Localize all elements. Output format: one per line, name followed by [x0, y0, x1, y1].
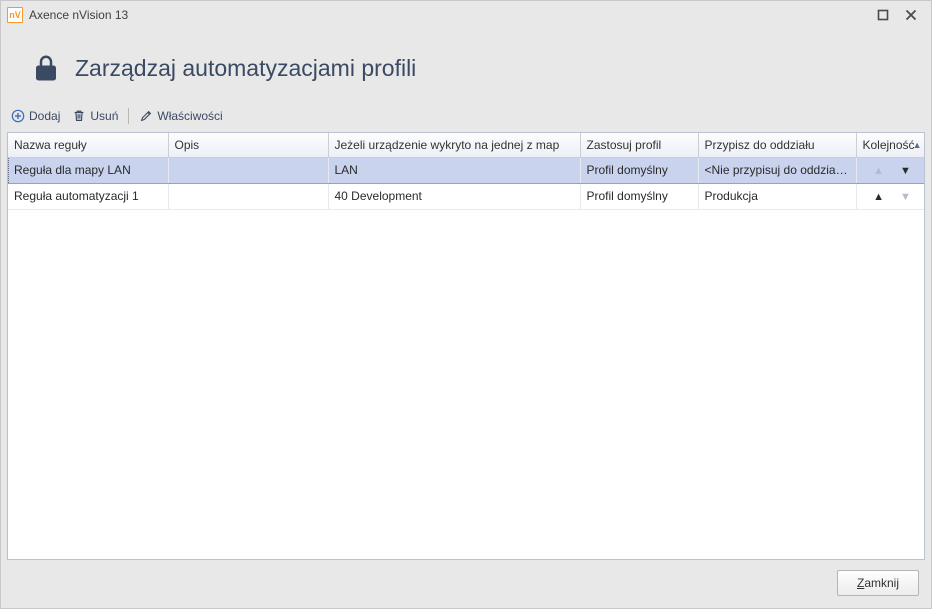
maximize-icon: [877, 9, 889, 21]
titlebar: nV Axence nVision 13: [1, 1, 931, 29]
col-apply-profile[interactable]: Zastosuj profil: [580, 133, 698, 157]
table-header-row: Nazwa reguły Opis Jeżeli urządzenie wykr…: [8, 133, 925, 157]
cell-rule-name: Reguła automatyzacji 1: [8, 183, 168, 209]
close-window-button[interactable]: [897, 4, 925, 26]
col-if-device[interactable]: Jeżeli urządzenie wykryto na jednej z ma…: [328, 133, 580, 157]
maximize-button[interactable]: [869, 4, 897, 26]
plus-circle-icon: [11, 109, 25, 123]
move-down-icon: ▼: [892, 191, 919, 203]
cell-order: ▲▼: [856, 157, 925, 183]
edit-icon: [139, 109, 153, 123]
add-label: Dodaj: [29, 109, 60, 123]
cell-rule-name: Reguła dla mapy LAN: [8, 157, 168, 183]
dialog-footer: Zamknij: [1, 560, 931, 608]
table-row[interactable]: Reguła automatyzacji 1 40 DevelopmentProf…: [8, 183, 925, 209]
table-row[interactable]: Reguła dla mapy LAN LANProfil domyślny<Ni…: [8, 157, 925, 183]
move-up-icon: ▲: [865, 165, 892, 177]
app-logo-icon: nV: [7, 7, 23, 23]
cell-description: [168, 157, 328, 183]
cell-if-device: LAN: [328, 157, 580, 183]
col-order[interactable]: Kolejność ▲: [856, 133, 925, 157]
page-title: Zarządzaj automatyzacjami profili: [75, 55, 416, 82]
col-rule-name[interactable]: Nazwa reguły: [8, 133, 168, 157]
toolbar: Dodaj Usuń Właściwości: [1, 103, 931, 132]
properties-label: Właściwości: [157, 109, 222, 123]
col-description[interactable]: Opis: [168, 133, 328, 157]
move-up-icon[interactable]: ▲: [865, 191, 892, 203]
toolbar-separator: [128, 108, 129, 124]
add-button[interactable]: Dodaj: [7, 107, 64, 125]
move-down-icon[interactable]: ▼: [892, 165, 919, 177]
lock-icon: [31, 53, 61, 83]
window-title: Axence nVision 13: [29, 8, 869, 22]
cell-assign-to: <Nie przypisuj do oddziału>: [698, 157, 856, 183]
close-button[interactable]: Zamknij: [837, 570, 919, 596]
page-header: Zarządzaj automatyzacjami profili: [1, 29, 931, 103]
rules-table: Nazwa reguły Opis Jeżeli urządzenie wykr…: [7, 132, 925, 560]
cell-if-device: 40 Development: [328, 183, 580, 209]
trash-icon: [72, 109, 86, 123]
cell-order: ▲▼: [856, 183, 925, 209]
delete-button[interactable]: Usuń: [68, 107, 122, 125]
cell-assign-to: Produkcja: [698, 183, 856, 209]
sort-asc-icon: ▲: [913, 140, 922, 150]
close-icon: [905, 9, 917, 21]
app-window: nV Axence nVision 13 Zarządzaj automatyz…: [0, 0, 932, 609]
cell-apply-profile: Profil domyślny: [580, 183, 698, 209]
close-rest: amknij: [864, 576, 899, 590]
delete-label: Usuń: [90, 109, 118, 123]
properties-button[interactable]: Właściwości: [135, 107, 226, 125]
cell-description: [168, 183, 328, 209]
col-assign-to[interactable]: Przypisz do oddziału: [698, 133, 856, 157]
cell-apply-profile: Profil domyślny: [580, 157, 698, 183]
